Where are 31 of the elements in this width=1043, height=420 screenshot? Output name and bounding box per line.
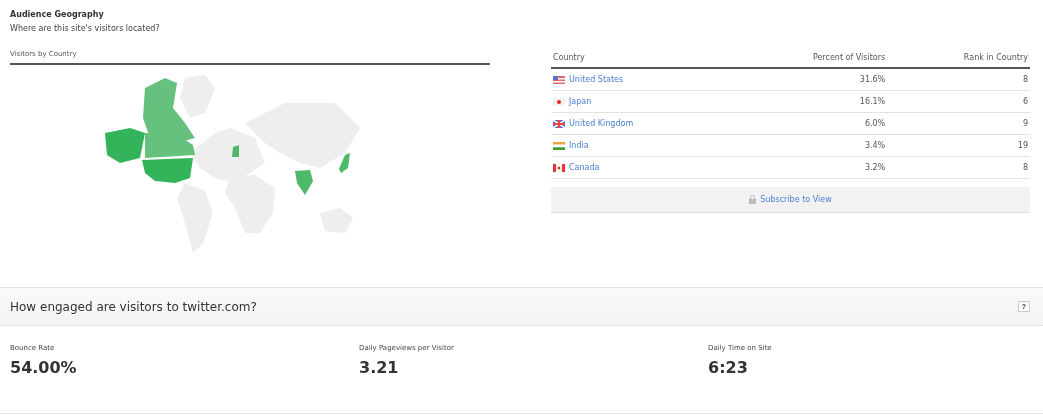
column-header: Rank in Country: [887, 53, 1030, 68]
country-link[interactable]: United Kingdom: [569, 119, 634, 128]
section-subtitle: Where are this site's visitors located?: [10, 24, 161, 33]
column-header: Percent of Visitors: [727, 53, 888, 68]
table-cell: 9: [887, 112, 1030, 135]
country-link[interactable]: India: [569, 141, 589, 150]
table-cell: 3.2%: [727, 156, 888, 179]
table-cell: 16.1%: [727, 90, 888, 113]
table-cell: 6.0%: [727, 112, 888, 135]
country-link[interactable]: Japan: [569, 97, 592, 106]
section-title: Audience Geography: [10, 10, 105, 19]
section-title: How engaged are visitors to twitter.com?: [10, 299, 257, 314]
flag-icon: [553, 163, 565, 172]
flag-icon: [553, 75, 565, 84]
subscribe-link[interactable]: Subscribe to View: [760, 195, 832, 204]
table-cell: 6: [887, 90, 1030, 113]
table-cell: 3.4%: [727, 134, 888, 157]
table-cell: 31.6%: [727, 68, 888, 91]
metric-value: 6:23: [708, 358, 749, 377]
column-header: Country: [551, 53, 728, 68]
metric-value: 54.00%: [10, 358, 78, 377]
flag-icon: [553, 97, 565, 106]
lock-icon: [749, 195, 757, 204]
metric-value: 3.21: [359, 358, 400, 377]
flag-icon: [553, 119, 565, 128]
table-cell: 8: [887, 68, 1030, 91]
country-link[interactable]: United States: [569, 75, 624, 84]
table-cell: 19: [887, 134, 1030, 157]
table-cell: 8: [887, 156, 1030, 179]
flag-icon: [553, 141, 565, 150]
country-link[interactable]: Canada: [569, 163, 600, 172]
